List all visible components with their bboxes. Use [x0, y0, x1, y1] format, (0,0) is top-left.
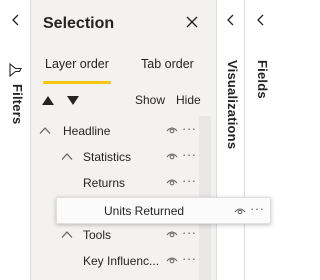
more-options-icon[interactable]: ···	[250, 201, 265, 216]
pane-title: Selection	[43, 15, 115, 32]
eye-icon[interactable]	[166, 125, 178, 135]
hide-button[interactable]: Hide	[176, 93, 201, 107]
tree-item-label: Tools	[83, 228, 112, 242]
eye-icon[interactable]	[166, 151, 178, 161]
chevron-up-icon[interactable]	[61, 152, 73, 161]
chevron-left-icon[interactable]	[9, 13, 23, 27]
close-icon[interactable]	[185, 15, 199, 29]
chevron-up-icon[interactable]	[39, 126, 51, 135]
chevron-left-icon[interactable]	[224, 13, 238, 27]
chevron-up-icon[interactable]	[61, 230, 73, 239]
eye-icon[interactable]	[166, 229, 178, 239]
tree-item-label: Statistics	[83, 150, 132, 164]
triangle-up-icon[interactable]	[41, 94, 55, 106]
tree-item-label: Key Influenc...	[83, 254, 160, 268]
triangle-down-icon[interactable]	[66, 94, 80, 106]
show-button[interactable]: Show	[135, 93, 165, 107]
chevron-left-icon[interactable]	[254, 13, 268, 27]
tree-item-returns[interactable]: Returns ···	[31, 171, 199, 195]
more-options-icon[interactable]: ···	[182, 173, 197, 188]
selected-tab-indicator	[43, 81, 111, 84]
tree-item-tools[interactable]: Tools ···	[31, 223, 199, 247]
filter-icon	[9, 63, 22, 77]
tab-layer-order[interactable]: Layer order	[45, 57, 109, 71]
visualizations-label[interactable]: Visualizations	[222, 60, 240, 170]
more-options-icon[interactable]: ···	[182, 147, 197, 162]
dragging-item-units-returned[interactable]: Units Returned ···	[56, 197, 271, 224]
tree-item-key-influencers[interactable]: Key Influenc... ···	[31, 249, 199, 273]
tree-item-label: Returns	[83, 176, 126, 190]
eye-icon[interactable]	[234, 206, 246, 216]
visualizations-pane-collapsed[interactable]: Visualizations	[217, 0, 245, 280]
fields-pane-collapsed[interactable]: Fields	[245, 0, 277, 280]
more-options-icon[interactable]: ···	[182, 251, 197, 266]
tab-tab-order[interactable]: Tab order	[141, 57, 194, 71]
more-options-icon[interactable]: ···	[182, 121, 197, 136]
fields-label[interactable]: Fields	[252, 60, 270, 110]
tree-item-label: Headline	[63, 124, 111, 138]
tree-item-statistics[interactable]: Statistics ···	[31, 145, 199, 169]
selection-pane: Selection Layer order Tab order Show Hid…	[31, 0, 217, 280]
filters-label[interactable]: Filters	[7, 84, 25, 144]
dragging-item-label: Units Returned	[104, 204, 185, 218]
more-options-icon[interactable]: ···	[182, 225, 197, 240]
tree-item-headline[interactable]: Headline ···	[31, 119, 199, 143]
eye-icon[interactable]	[166, 255, 178, 265]
eye-icon[interactable]	[166, 177, 178, 187]
filters-pane-collapsed[interactable]: Filters	[0, 0, 31, 280]
